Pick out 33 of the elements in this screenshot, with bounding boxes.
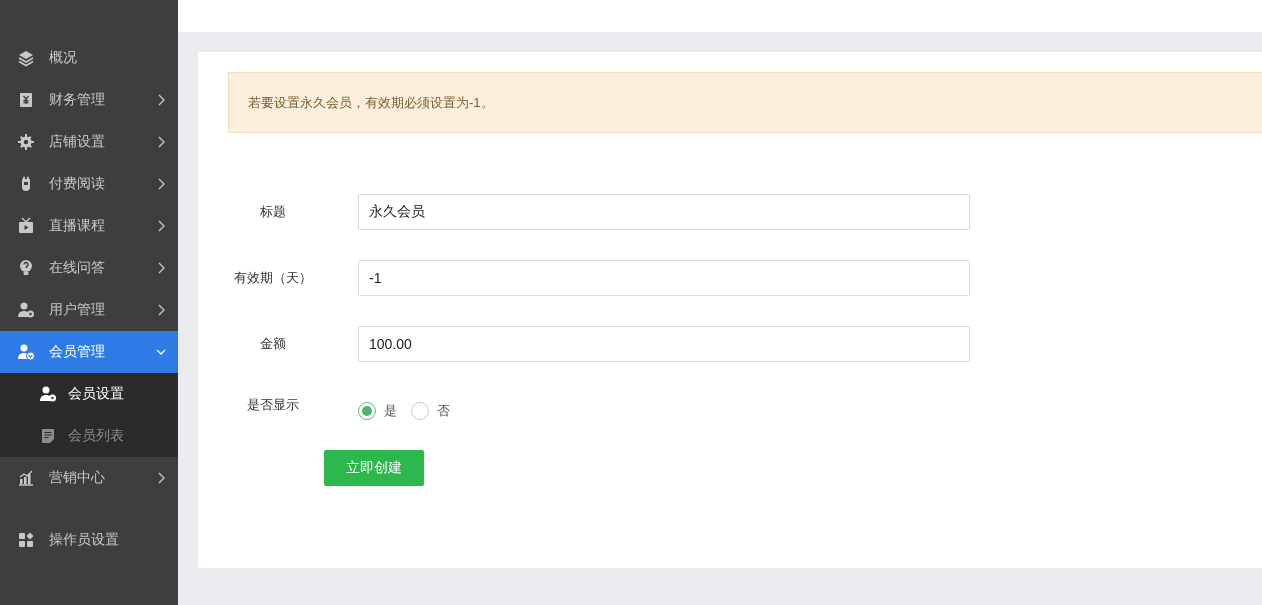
sidebar-item[interactable]: 营销中心 [0, 457, 178, 499]
input-field[interactable]: -1 [358, 260, 970, 296]
sidebar-item[interactable]: 财务管理 [0, 79, 178, 121]
submenu-item[interactable]: 会员设置 [0, 373, 178, 415]
field-label: 标题 [259, 203, 287, 221]
radio-option[interactable]: 否 [411, 402, 450, 420]
document-icon [39, 427, 57, 445]
input-field[interactable]: 永久会员 [358, 194, 970, 230]
sidebar-item[interactable]: 概况 [0, 37, 178, 79]
sidebar-item[interactable]: 店铺设置 [0, 121, 178, 163]
sidebar-item[interactable]: 用户管理 [0, 289, 178, 331]
blocks-icon [17, 531, 35, 549]
field-label: 有效期（天） [233, 269, 313, 287]
gear-icon [17, 133, 35, 151]
user-gear-icon [39, 385, 57, 403]
sidebar-item[interactable]: 在线问答 [0, 247, 178, 289]
input-field[interactable]: 100.00 [358, 326, 970, 362]
sidebar-item[interactable]: 直播课程 [0, 205, 178, 247]
submenu-item[interactable]: 会员列表 [0, 415, 178, 457]
user-gear-icon [17, 301, 35, 319]
field-label: 金额 [259, 335, 287, 353]
lightbulb-icon [17, 259, 35, 277]
sidebar-item[interactable]: 操作员设置 [0, 519, 178, 561]
ledger-icon [17, 91, 35, 109]
layers-icon [17, 49, 35, 67]
user-badge-icon [17, 343, 35, 361]
sidebar-item[interactable]: 会员管理 [0, 331, 178, 373]
notice-text: 若要设置永久会员，有效期必须设置为-1。 [228, 72, 1262, 133]
bar-chart-icon [17, 469, 35, 487]
sidebar-item[interactable]: 付费阅读 [0, 163, 178, 205]
tv-icon [17, 217, 35, 235]
radio-option[interactable]: 是 [358, 402, 397, 420]
field-label: 是否显示 [246, 396, 300, 414]
